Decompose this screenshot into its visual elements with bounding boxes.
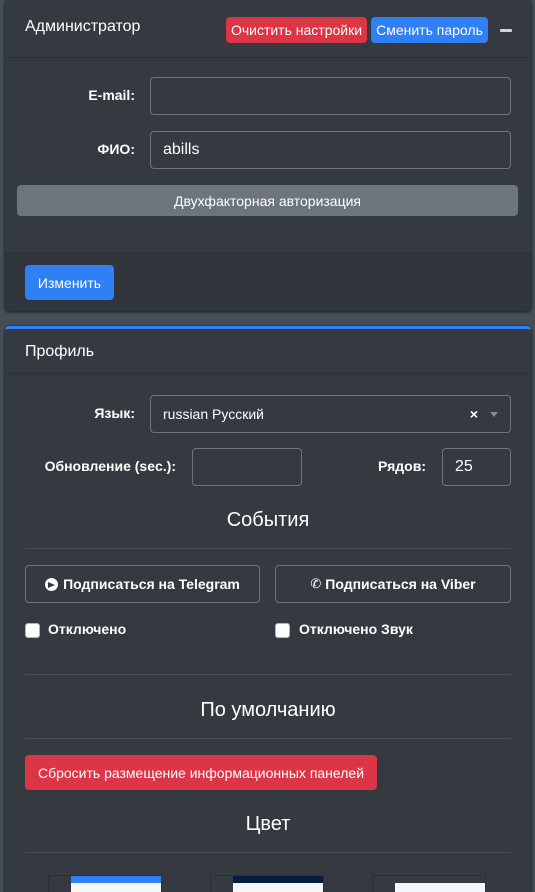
admin-card-title: Администратор (25, 18, 141, 35)
swatch-bar-navy (233, 876, 323, 883)
refresh-label: Обновление (sec.): (44, 458, 176, 474)
subscribe-telegram-label: Подписаться на Telegram (63, 576, 240, 592)
events-title: События (226, 509, 310, 531)
disabled-checkbox[interactable] (25, 623, 40, 638)
events-divider (25, 548, 511, 549)
default-divider (25, 738, 511, 739)
admin-card-footer: Изменить (5, 252, 531, 311)
change-password-button[interactable]: Сменить пароль (371, 17, 488, 43)
clear-settings-button[interactable]: Очистить настройки (226, 17, 367, 43)
default-title: По умолчанию (200, 699, 336, 721)
admin-card: Администратор Очистить настройки Сменить… (5, 0, 531, 311)
rows-field[interactable]: 25 (442, 448, 511, 486)
minus-icon[interactable] (500, 29, 512, 32)
chevron-down-icon[interactable] (490, 412, 498, 417)
reset-panels-button[interactable]: Сбросить размещение информационных панел… (25, 755, 377, 790)
subscribe-viber-button[interactable]: ✆ Подписаться на Viber (275, 565, 511, 603)
profile-card-title: Профиль (25, 343, 95, 360)
color-title: Цвет (245, 813, 291, 835)
change-button[interactable]: Изменить (25, 265, 114, 300)
two-factor-auth-button[interactable]: Двухфакторная авторизация (17, 185, 518, 216)
disabled-sound-checkbox-label: Отключено Звук (299, 621, 413, 637)
fio-field[interactable]: abills (150, 131, 511, 169)
clear-icon[interactable]: × (470, 396, 478, 432)
email-field[interactable] (150, 77, 511, 115)
color-swatch-navy[interactable] (210, 875, 324, 892)
color-swatch-primary[interactable] (48, 875, 162, 892)
subscribe-viber-label: Подписаться на Viber (325, 576, 476, 592)
profile-card: Профиль Язык: russian Русский × Обновлен… (5, 326, 531, 892)
events-bottom-divider (25, 674, 511, 675)
language-select[interactable]: russian Русский × (150, 395, 511, 433)
disabled-checkbox-label: Отключено (48, 621, 127, 637)
email-label: E-mail: (88, 87, 135, 103)
disabled-sound-checkbox[interactable] (275, 623, 290, 638)
refresh-field[interactable] (192, 448, 302, 486)
language-select-value: russian Русский (163, 406, 264, 422)
swatch-bar-primary (71, 876, 161, 883)
subscribe-telegram-button[interactable]: Подписаться на Telegram (25, 565, 260, 603)
swatch-bar-dark (395, 876, 485, 883)
language-label: Язык: (94, 405, 135, 421)
phone-icon: ✆ (310, 576, 322, 591)
profile-card-header: Профиль (5, 329, 531, 374)
fio-label: ФИО: (97, 141, 135, 157)
color-swatch-dark[interactable] (372, 875, 486, 892)
telegram-icon (45, 577, 59, 591)
rows-label: Рядов: (377, 458, 426, 474)
color-divider (25, 852, 511, 853)
admin-card-header: Администратор Очистить настройки Сменить… (5, 3, 531, 58)
